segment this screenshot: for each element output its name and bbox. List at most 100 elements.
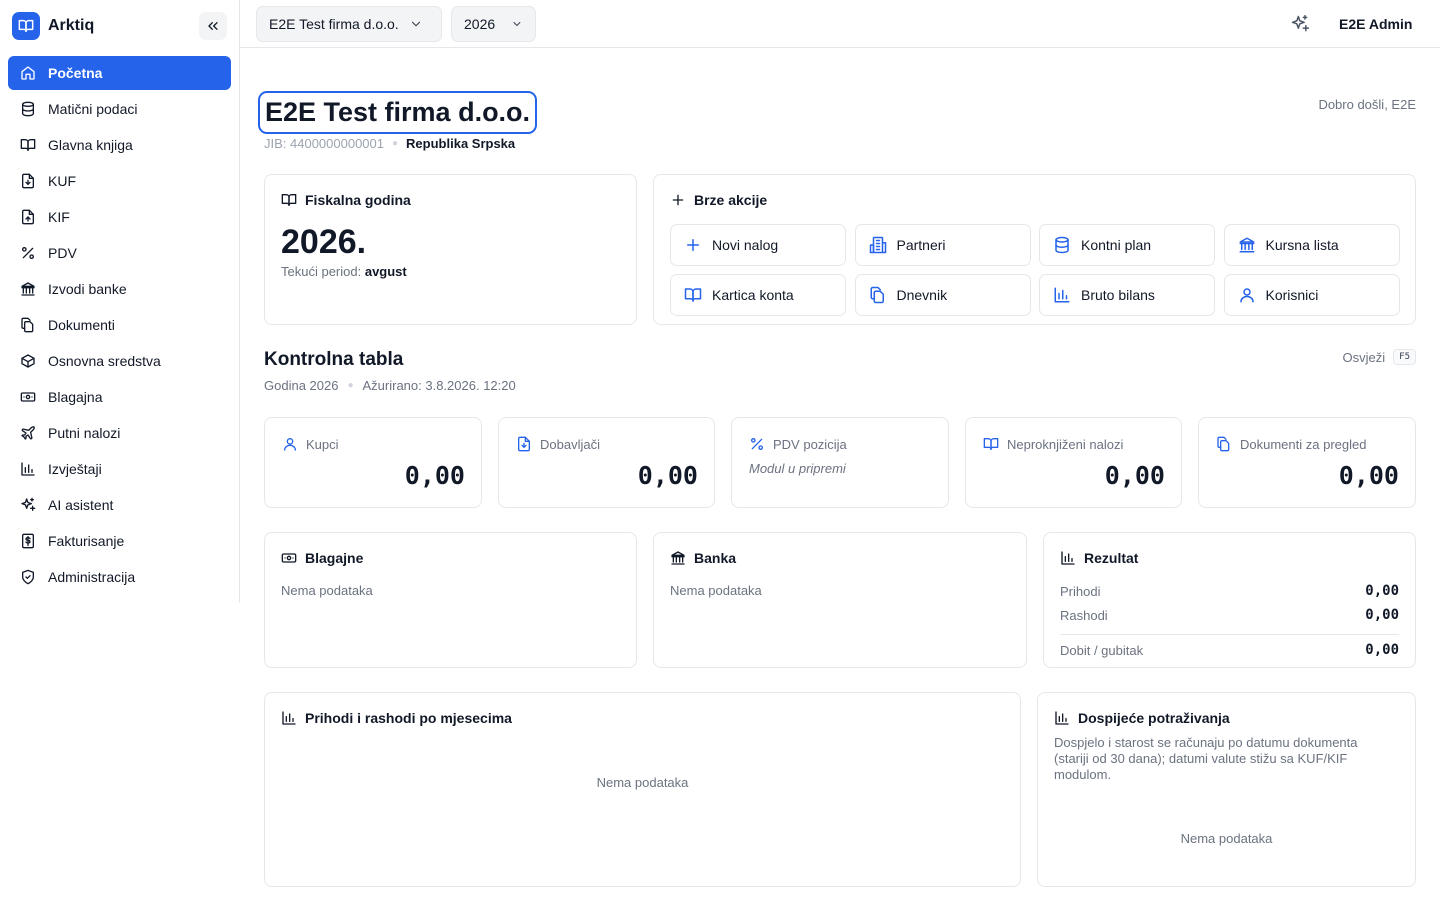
sidebar-item-label: Administracija	[48, 569, 136, 585]
database-icon	[1055, 236, 1069, 254]
separator-dot: ●	[392, 138, 399, 149]
plus-icon	[672, 194, 684, 206]
refresh-button[interactable]: Osvježi F5	[1343, 349, 1416, 365]
blagajne-panel: Blagajne Nema podataka	[264, 532, 637, 668]
stat-card-kupci[interactable]: Kupci 0,00	[264, 417, 482, 508]
quick-action-dnevnik[interactable]: Dnevnik	[854, 274, 1031, 316]
book-open-icon	[983, 438, 999, 450]
company-meta: JIB: 4400000000001 ● Republika Srpska	[264, 136, 515, 151]
box-icon	[21, 354, 35, 368]
sidebar-item-blagajna[interactable]: Blagajna	[8, 380, 231, 414]
sidebar-item-fakturisanje[interactable]: Fakturisanje	[8, 524, 231, 558]
stat-header: Dobavljači	[516, 436, 600, 452]
year-select[interactable]: 2026	[451, 6, 536, 42]
sidebar-item-pdv[interactable]: PDV	[8, 236, 231, 270]
sidebar-item-kuf[interactable]: KUF	[8, 164, 231, 198]
cash-icon	[20, 392, 36, 402]
empty-state: Nema podataka	[281, 583, 373, 598]
sidebar-item-label: AI asistent	[48, 497, 114, 513]
company-select[interactable]: E2E Test firma d.o.o.	[256, 6, 442, 42]
cash-icon	[281, 553, 297, 563]
sidebar-item-label: Glavna knjiga	[48, 137, 133, 153]
stat-card-pdv-pozicija[interactable]: PDV pozicija Modul u pripremi	[731, 417, 949, 508]
sidebar-item-putni-nalozi[interactable]: Putni nalozi	[8, 416, 231, 450]
sidebar-nav: Početna Matični podaci Glavna knjiga KUF…	[8, 56, 231, 596]
ai-assistant-button[interactable]	[1290, 14, 1310, 34]
quick-action-kontni-plan[interactable]: Kontni plan	[1039, 224, 1215, 266]
bar-chart-icon	[1061, 551, 1075, 565]
collapse-sidebar-button[interactable]	[199, 12, 227, 40]
sidebar-item-administracija[interactable]: Administracija	[8, 560, 231, 594]
sidebar-item-izvodi-banke[interactable]: Izvodi banke	[8, 272, 231, 306]
sidebar-item-kif[interactable]: KIF	[8, 200, 231, 234]
rezultat-panel: Rezultat Prihodi 0,00 Rashodi 0,00 Dobit…	[1043, 532, 1416, 668]
sidebar-item-label: Izvodi banke	[48, 281, 127, 297]
result-label: Dobit / gubitak	[1060, 642, 1144, 658]
dashboard-year: Godina 2026	[264, 378, 339, 393]
sidebar-item-dokumenti[interactable]: Dokumenti	[8, 308, 231, 342]
building-icon	[869, 236, 886, 254]
stat-label: PDV pozicija	[773, 436, 847, 452]
quick-action-partneri[interactable]: Partneri	[854, 224, 1031, 266]
sidebar-item-osnovna-sredstva[interactable]: Osnovna sredstva	[8, 344, 231, 378]
quick-action-label: Kontni plan	[1081, 237, 1152, 253]
result-label: Rashodi	[1060, 607, 1108, 623]
refresh-label: Osvježi	[1342, 349, 1386, 365]
stat-card-neproknjizeni-nalozi[interactable]: Neproknjiženi nalozi 0,00	[965, 417, 1182, 508]
bar-chart-icon	[21, 462, 35, 476]
sidebar-item-glavna-knjiga[interactable]: Glavna knjiga	[8, 128, 231, 162]
stat-label: Kupci	[306, 436, 339, 452]
result-row-rashodi: Rashodi 0,00	[1060, 607, 1399, 623]
result-value: 0,00	[1365, 642, 1399, 658]
current-period: Tekući period: avgust	[281, 264, 407, 279]
sidebar-item-maticni-podaci[interactable]: Matični podaci	[8, 92, 231, 126]
current-period-value: avgust	[364, 264, 407, 279]
chevron-down-icon	[411, 21, 420, 27]
files-icon	[870, 286, 884, 304]
quick-action-kartica-konta[interactable]: Kartica konta	[670, 274, 846, 316]
card-title: Banka	[694, 550, 737, 566]
dashboard-meta: Godina 2026 ● Ažurirano: 3.8.2026. 12:20	[264, 378, 516, 393]
sidebar-item-ai-asistent[interactable]: AI asistent	[8, 488, 231, 522]
brand[interactable]: Arktiq	[12, 12, 94, 40]
quick-action-novi-nalog[interactable]: Novi nalog	[670, 224, 846, 266]
quick-actions-grid: Novi nalog Partneri Kontni plan Kursna l…	[670, 224, 1400, 316]
user-menu[interactable]: E2E Admin	[1339, 16, 1412, 32]
stat-card-dobavljaci[interactable]: Dobavljači 0,00	[498, 417, 715, 508]
sidebar-item-label: Blagajna	[48, 389, 103, 405]
banka-panel: Banka Nema podataka	[653, 532, 1027, 668]
bank-icon	[21, 282, 35, 296]
sidebar-item-label: Početna	[48, 65, 103, 81]
sidebar-item-label: KUF	[48, 173, 76, 189]
year-select-value: 2026	[464, 16, 496, 32]
sidebar-item-pocetna[interactable]: Početna	[8, 56, 231, 90]
stat-header: Neproknjiženi nalozi	[983, 436, 1123, 452]
company-jib: JIB: 4400000000001	[264, 136, 384, 151]
user-icon	[1239, 288, 1254, 303]
sidebar-item-label: Izvještaji	[48, 461, 102, 477]
quick-action-kursna-lista[interactable]: Kursna lista	[1223, 224, 1400, 266]
card-title: Prihodi i rashodi po mjesecima	[305, 710, 512, 726]
sidebar-item-izvjestaji[interactable]: Izvještaji	[8, 452, 231, 486]
welcome-text: Dobro došli, E2E	[1318, 97, 1416, 112]
result-row-dobit-gubitak: Dobit / gubitak 0,00	[1060, 642, 1399, 658]
quick-action-label: Kursna lista	[1265, 237, 1339, 253]
file-download-icon	[22, 173, 34, 189]
bar-chart-icon	[1055, 711, 1069, 725]
quick-action-korisnici[interactable]: Korisnici	[1223, 274, 1400, 316]
separator-dot: ●	[347, 380, 354, 391]
app-name: Arktiq	[48, 17, 95, 34]
quick-action-bruto-bilans[interactable]: Bruto bilans	[1039, 274, 1215, 316]
card-header: Blagajne	[281, 550, 363, 566]
stat-header: PDV pozicija	[749, 436, 847, 452]
card-title: Dospijeće potraživanja	[1078, 710, 1230, 726]
stat-card-dokumenti-za-pregled[interactable]: Dokumenti za pregled 0,00	[1198, 417, 1416, 508]
files-icon	[21, 317, 34, 333]
sidebar-item-label: PDV	[48, 245, 77, 261]
empty-state: Nema podataka	[1180, 831, 1273, 846]
book-open-icon	[12, 12, 40, 40]
sparkles-icon	[1291, 14, 1310, 32]
book-open-icon	[20, 139, 36, 151]
empty-state: Nema podataka	[596, 775, 689, 790]
card-header: Dospijeće potraživanja	[1054, 710, 1230, 726]
